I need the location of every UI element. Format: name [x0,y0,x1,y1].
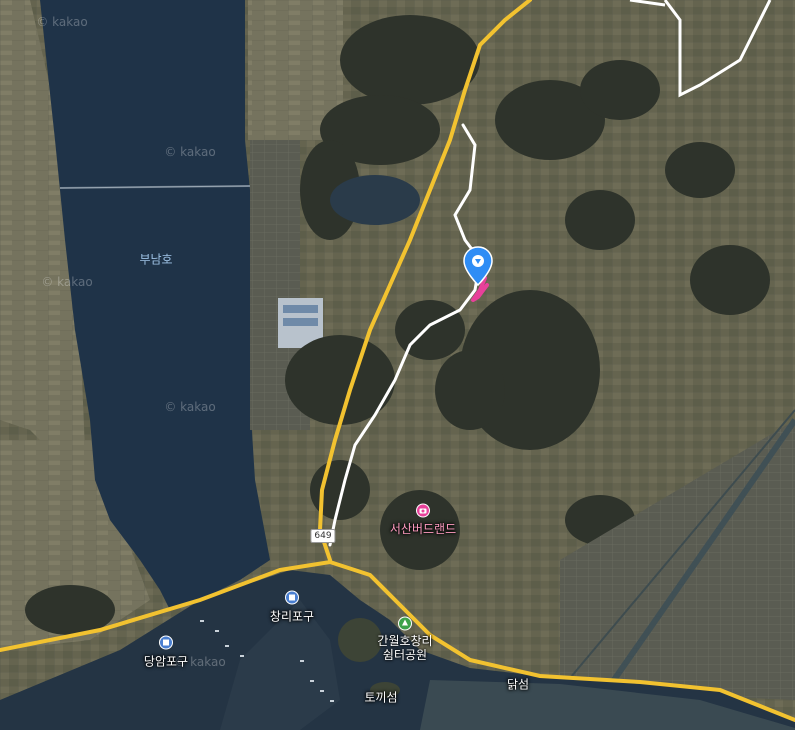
changri-port-label[interactable]: 창리포구 [270,608,314,625]
location-pin-icon[interactable] [463,246,493,290]
watermark: © kakao [36,15,88,29]
watermark: © kakao [164,145,216,159]
dakseom-label[interactable]: 닭섬 [507,676,529,693]
tokkiseom-label[interactable]: 토끼섬 [364,689,397,706]
birdland-label[interactable]: 서산버드랜드 [390,522,456,536]
park-label[interactable]: 간월호창리 쉼터공원 [377,634,432,662]
park-label-line2: 쉼터공원 [382,648,428,662]
watermark: © kakao [41,275,93,289]
lake-label: 부남호 [139,252,173,267]
harbor-icon[interactable] [285,590,299,609]
harbor-icon[interactable] [159,635,173,654]
map-canvas[interactable]: © kakao © kakao © kakao © kakao © kakao … [0,0,795,730]
dangam-port-label[interactable]: 당암포구 [144,653,188,670]
road-number-shield: 649 [310,529,336,543]
watermark: © kakao [164,400,216,414]
park-label-line1: 간월호창리 [377,634,433,648]
park-icon[interactable] [398,616,412,635]
camera-icon[interactable] [416,503,430,522]
